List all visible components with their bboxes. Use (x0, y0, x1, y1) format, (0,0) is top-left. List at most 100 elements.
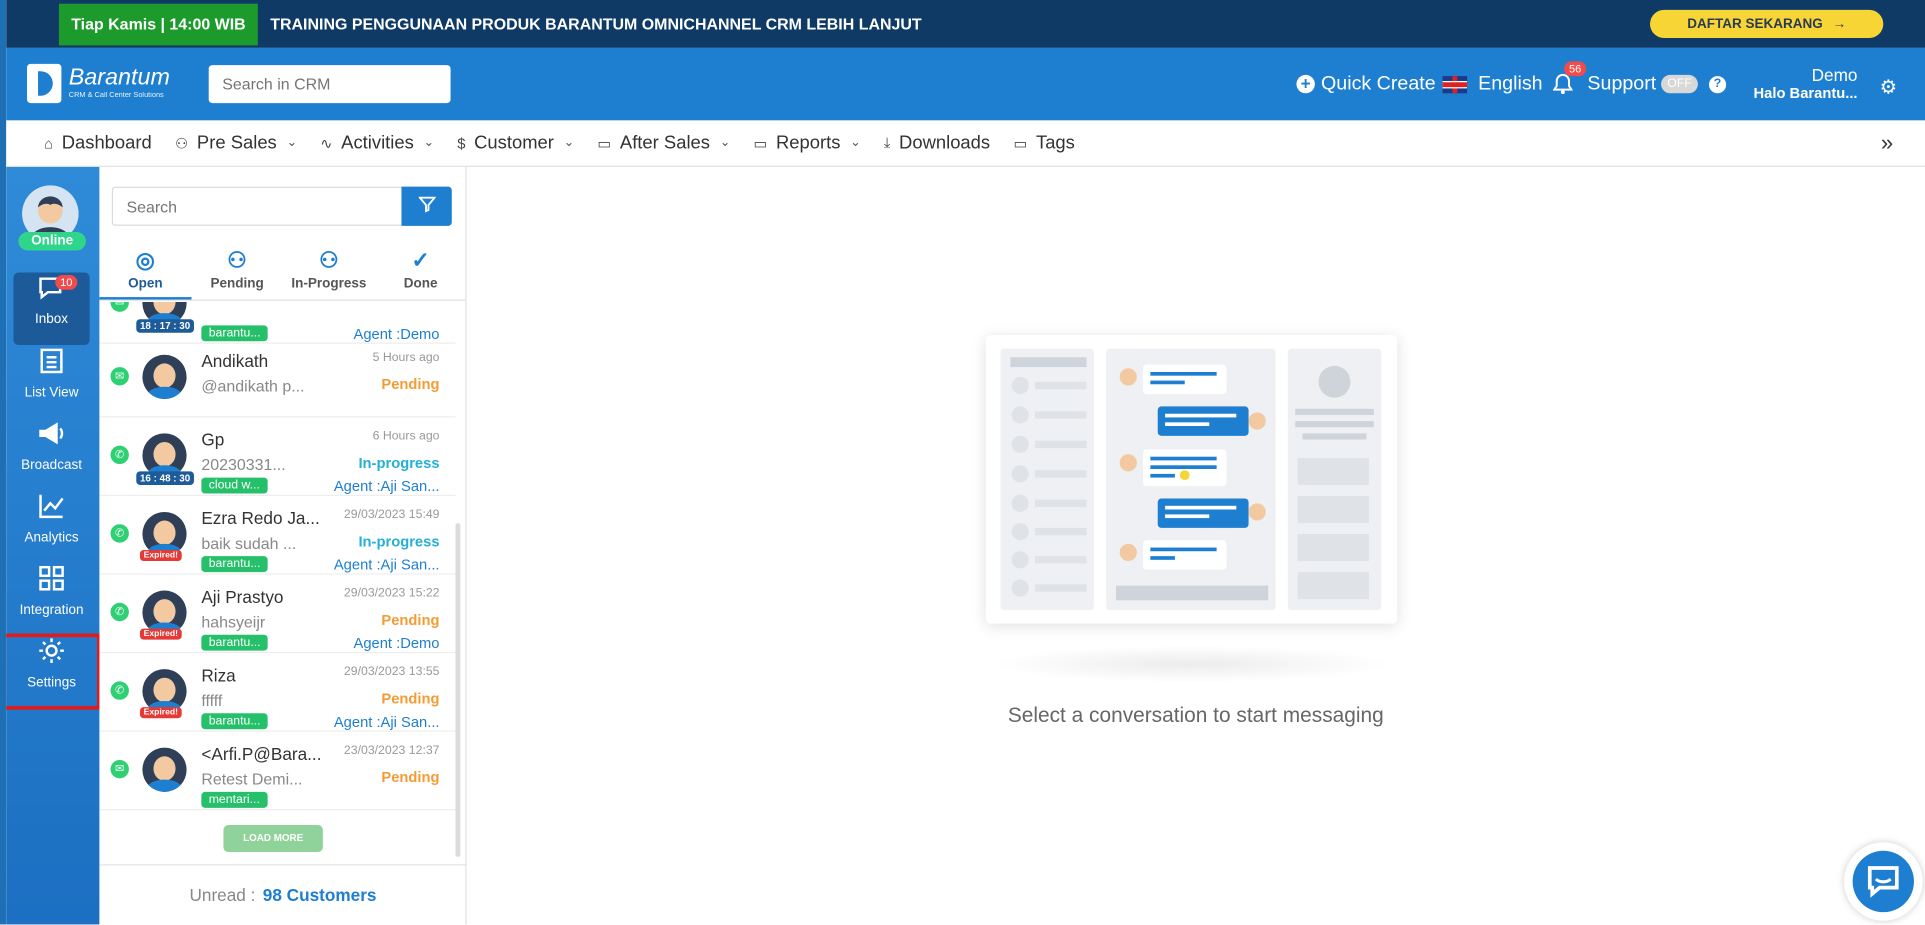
conversation-view: Select a conversation to start messaging (467, 167, 1925, 924)
user-arrow-icon: ⚇ (318, 247, 339, 273)
support-label: Support (1587, 73, 1657, 94)
email-channel-icon: ✉ (110, 367, 129, 386)
left-sidebar: Online 10 Inbox List View Broadcast Analy… (6, 166, 101, 925)
double-chevron-right-icon[interactable]: » (1881, 130, 1893, 156)
brand-tagline: CRM & Call Center Solutions (68, 92, 164, 100)
email-channel-icon: ✉ (110, 759, 129, 779)
empty-state-illustration (985, 335, 1398, 624)
list-item[interactable]: ✉ <Arfi.P@Bara... Retest Demi... mentari...… (99, 732, 456, 811)
chat-icon (14, 273, 90, 312)
filter-icon[interactable] (401, 186, 452, 226)
whatsapp-icon: ✆ (110, 681, 129, 700)
load-more-button[interactable]: LOAD MORE (223, 825, 323, 853)
contact-name: <Arfi.P@Bara... (201, 743, 322, 764)
nav-label: Customer (474, 132, 554, 154)
channel-tag: barantu... (201, 634, 268, 651)
notifications-button[interactable]: 56 (1552, 48, 1587, 120)
chevron-down-icon: ⌄ (850, 136, 861, 150)
whatsapp-icon: ✆ (110, 602, 129, 622)
arrow-right-icon: → (1832, 16, 1847, 32)
status-badge: Pending (381, 689, 440, 708)
whatsapp-icon: ✆ (110, 524, 129, 543)
avatar (142, 747, 187, 792)
list-item[interactable]: ✆ Expired! Riza fffff barantu... 29/03/2023 1… (99, 653, 456, 732)
list-scrollbar[interactable] (455, 523, 461, 857)
banner-message: TRAINING PENGGUNAAN PRODUK BARANTUM OMNI… (270, 14, 922, 34)
unread-count[interactable]: 98 Customers (263, 885, 377, 905)
avatar (142, 354, 187, 400)
user-check-icon: ✓ (411, 247, 430, 273)
conversation-search-input[interactable] (111, 186, 403, 226)
channel-tag: cloud w... (201, 477, 268, 494)
empty-state-message: Select a conversation to start messaging (1007, 703, 1384, 727)
gear-icon[interactable]: ⚙ (1880, 75, 1898, 100)
crm-search-input[interactable] (208, 65, 451, 104)
nav-tags[interactable]: ▭ Tags (1013, 133, 1074, 154)
unread-label: Unread : (189, 885, 256, 905)
folder-icon: ▭ (1013, 134, 1028, 152)
nav-after-sales[interactable]: ▭ After Sales ⌄ (597, 133, 730, 154)
channel-tag: barantu... (201, 556, 268, 573)
language-label: English (1478, 73, 1543, 94)
sidebar-item-inbox[interactable]: 10 Inbox (13, 272, 90, 345)
contact-name: Gp (201, 429, 225, 450)
sidebar-item-label: Inbox (35, 311, 69, 327)
support-toggle[interactable]: Support OFF (1587, 48, 1698, 120)
live-chat-button[interactable] (1844, 842, 1923, 921)
tab-done[interactable]: ✓ Done (375, 244, 467, 299)
nav-dashboard[interactable]: ⌂ Dashboard (44, 133, 152, 154)
user-name: Demo (1811, 65, 1858, 85)
nav-pre-sales[interactable]: ⚇ Pre Sales ⌄ (175, 133, 297, 154)
status-tabs: ◎ Open ⚇ Pending ⚇ In-Progress ✓ Done (99, 244, 467, 301)
nav-downloads[interactable]: ⤓ Downloads (884, 133, 990, 154)
expired-badge: Expired! (139, 628, 182, 640)
megaphone-icon (14, 419, 90, 458)
user-circle-icon: ◎ (135, 247, 155, 273)
sidebar-item-analytics[interactable]: Analytics (14, 491, 90, 563)
nav-reports[interactable]: ▭ Reports ⌄ (753, 133, 860, 154)
brand-name: Barantum (68, 65, 170, 91)
register-button[interactable]: DAFTAR SEKARANG → (1650, 9, 1884, 39)
tab-pending[interactable]: ⚇ Pending (191, 244, 283, 299)
status-badge: Pending (381, 611, 440, 629)
assigned-agent: Agent :Aji San... (333, 713, 440, 731)
quick-create-button[interactable]: + Quick Create (1296, 48, 1436, 120)
assigned-agent: Agent :Demo (353, 634, 440, 652)
expired-badge: Expired! (139, 550, 182, 562)
sla-timer: 16 : 48 : 30 (136, 471, 194, 485)
sidebar-item-label: Analytics (24, 530, 79, 546)
conversation-time: 23/03/2023 12:37 (343, 743, 440, 758)
brand-logo[interactable]: Barantum CRM & Call Center Solutions (27, 63, 170, 104)
help-icon: ? (1708, 75, 1727, 93)
message-preview: hahsyeijr (201, 612, 266, 632)
tab-in-progress[interactable]: ⚇ In-Progress (283, 244, 375, 299)
tab-open[interactable]: ◎ Open (99, 244, 192, 300)
email-channel-icon: ✉ (110, 302, 129, 312)
notification-count-badge: 56 (1564, 61, 1587, 77)
online-status-badge[interactable]: Online (18, 232, 86, 251)
conversation-time: 6 Hours ago (372, 429, 440, 444)
sidebar-item-broadcast[interactable]: Broadcast (14, 419, 90, 491)
activity-icon: ∿ (320, 134, 333, 152)
list-item[interactable]: ✉18 : 17 : 30Nicolobarantu...Agent :Demo (99, 302, 456, 344)
sidebar-item-integration[interactable]: Integration (14, 564, 90, 636)
help-button[interactable]: ? (1708, 48, 1727, 120)
nav-label: Dashboard (61, 132, 152, 154)
list-item[interactable]: ✆ Expired! Ezra Redo Ja... baik sudah ... ba… (99, 496, 456, 575)
inbox-count-badge: 10 (55, 275, 78, 290)
contact-name: Andikath (201, 351, 269, 371)
nav-activities[interactable]: ∿ Activities ⌄ (320, 133, 434, 154)
nav-customer[interactable]: $ Customer ⌄ (457, 133, 574, 154)
user-menu[interactable]: Demo Halo Barantu... (1746, 65, 1858, 102)
assigned-agent: Agent :Aji San... (333, 477, 440, 495)
sidebar-item-label: Integration (19, 602, 84, 618)
tab-label: Done (403, 276, 438, 291)
list-item[interactable]: ✆ 16 : 48 : 30 Gp 20230331... cloud w... 6 Ho… (99, 417, 456, 496)
folder-icon: ▭ (753, 134, 768, 152)
list-item[interactable]: ✆ Expired! Aji Prastyo hahsyeijr barantu... 2… (99, 575, 456, 654)
sidebar-item-list-view[interactable]: List View (14, 346, 90, 418)
language-selector[interactable]: English (1442, 48, 1543, 120)
dollar-icon: $ (457, 134, 466, 152)
sla-timer: 18 : 17 : 30 (136, 319, 194, 333)
list-item[interactable]: ✉ Andikath @andikath p... 5 Hours ago Pendin… (99, 339, 456, 418)
